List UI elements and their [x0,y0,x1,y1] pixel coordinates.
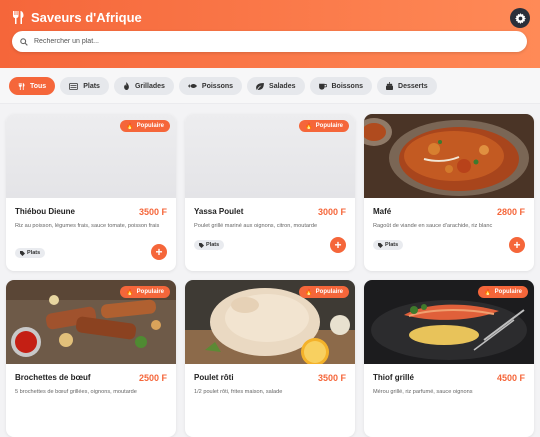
tab-plats[interactable]: Plats [60,77,109,95]
menu-card[interactable]: 🔥 Populaire Brochettes de bœuf 2500 F 5 b… [6,280,176,437]
dish-name: Thiof grillé [373,373,414,382]
tab-label: Tous [30,82,47,90]
popular-badge: 🔥 Populaire [120,120,170,132]
dish-name: Brochettes de bœuf [15,373,91,382]
category-tag: Plats [194,240,225,250]
app-header: Saveurs d'Afrique [0,0,540,68]
dish-price: 3500 F [317,373,346,383]
dish-description: Ragoût de viande en sauce d'arachide, ri… [373,223,493,229]
tab-label: Poissons [201,82,234,90]
tab-grillades[interactable]: Grillades [113,77,174,95]
category-tabs: Tous Plats Grillades Poissons Salades Bo… [9,77,437,95]
dish-name: Thiébou Dieune [15,207,75,216]
cup-icon [318,83,327,90]
fire-icon: 🔥 [305,289,313,296]
popular-badge: 🔥 Populaire [120,286,170,298]
dish-description: Poulet grillé mariné aux oignons, citron… [194,223,318,229]
add-to-cart-button[interactable]: + [330,237,346,253]
dish-image [364,114,534,198]
menu-card[interactable]: 🔥 Populaire Yassa Poulet 3000 F Poulet gr… [185,114,355,271]
dish-name: Yassa Poulet [194,207,244,216]
fire-icon: 🔥 [126,289,134,296]
fire-icon: 🔥 [305,123,313,130]
tag-icon [20,250,25,256]
dish-description: Riz au poisson, légumes frais, sauce tom… [15,223,160,229]
dish-price: 3500 F [138,207,167,217]
tab-salades[interactable]: Salades [247,77,305,95]
dish-price: 2800 F [496,207,525,217]
tab-label: Plats [83,82,100,90]
add-to-cart-button[interactable]: + [151,244,167,260]
dish-description: 5 brochettes de bœuf grillées, oignons, … [15,389,137,395]
category-tag: Plats [373,240,404,250]
popular-badge: 🔥 Populaire [478,286,528,298]
fish-icon [187,84,197,88]
tag-icon [378,242,383,248]
search-bar[interactable] [12,31,527,52]
tag-icon [199,242,204,248]
gear-icon [514,12,526,24]
menu-grid: 🔥 Populaire Thiébou Dieune 3500 F Riz au … [6,114,534,437]
add-to-cart-button[interactable]: + [509,237,525,253]
search-input[interactable] [34,38,504,45]
tab-desserts[interactable]: Desserts [377,77,437,95]
dish-name: Poulet rôti [194,373,234,382]
fire-icon: 🔥 [126,123,134,130]
tab-label: Boissons [331,82,364,90]
tab-label: Salades [269,82,296,90]
category-tag: Plats [15,248,46,258]
utensils-icon [13,11,24,24]
dish-description: Mérou grillé, riz parfumé, sauce oignons [373,389,473,395]
popular-badge: 🔥 Populaire [299,120,349,132]
dish-description: 1/2 poulet rôti, frites maison, salade [194,389,283,395]
tab-poissons[interactable]: Poissons [178,77,243,95]
brand[interactable]: Saveurs d'Afrique [12,10,142,25]
menu-card[interactable]: Mafé 2800 F Ragoût de viande en sauce d'… [364,114,534,271]
fire-icon: 🔥 [484,289,492,296]
app-title: Saveurs d'Afrique [31,10,142,25]
menu-card[interactable]: 🔥 Populaire Thiébou Dieune 3500 F Riz au … [6,114,176,271]
popular-badge: 🔥 Populaire [299,286,349,298]
fire-icon [124,82,129,90]
dish-name: Mafé [373,207,392,216]
tab-boissons[interactable]: Boissons [309,77,373,95]
leaf-icon [256,82,264,90]
tab-tous[interactable]: Tous [9,77,56,95]
search-icon [20,37,28,46]
menu-card[interactable]: 🔥 Populaire Thiof grillé 4500 F Mérou gri… [364,280,534,437]
dish-price: 3000 F [317,207,346,217]
menu-card[interactable]: 🔥 Populaire Poulet rôti 3500 F 1/2 poulet… [185,280,355,437]
cake-icon [386,82,394,90]
dish-price: 2500 F [138,373,167,383]
tab-label: Desserts [398,82,428,90]
utensils-icon [18,82,25,90]
settings-button[interactable] [510,8,530,28]
tab-label: Grillades [134,82,165,90]
plate-icon [69,82,79,90]
dish-price: 4500 F [496,373,525,383]
